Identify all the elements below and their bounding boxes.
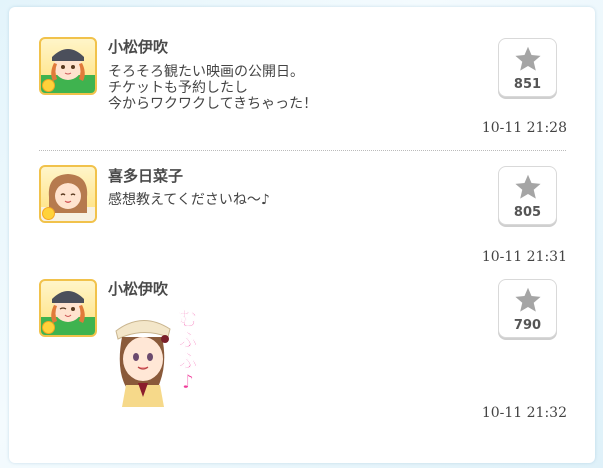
flower-badge-icon [42, 79, 55, 92]
like-count: 790 [513, 318, 542, 333]
avatar-ibuki[interactable] [39, 279, 97, 337]
star-icon [515, 46, 541, 71]
post-divider [39, 150, 566, 151]
like-button[interactable]: 790 [498, 279, 557, 338]
flower-badge-icon [42, 321, 55, 334]
avatar-ibuki[interactable] [39, 37, 97, 95]
timeline-card: 小松伊吹 そろそろ観たい映画の公開日。 チケットも予約したし 今からワクワクして… [9, 7, 595, 463]
post-timestamp: 10-11 21:32 [481, 405, 567, 421]
sticker: むふふ♪ [108, 308, 218, 409]
avatar-hinako[interactable] [39, 165, 97, 223]
flower-badge-icon [42, 207, 55, 220]
like-button[interactable]: 851 [498, 38, 557, 97]
post-timestamp: 10-11 21:31 [481, 249, 567, 265]
post-author: 小松伊吹 [108, 38, 169, 56]
post-message: そろそろ観たい映画の公開日。 チケットも予約したし 今からワクワクしてきちゃった… [108, 64, 318, 112]
like-count: 805 [513, 205, 542, 220]
like-count: 851 [513, 77, 542, 92]
star-icon [515, 174, 541, 199]
post-timestamp: 10-11 21:28 [481, 120, 567, 136]
sticker-text: むふふ♪ [178, 308, 198, 393]
like-button[interactable]: 805 [498, 166, 557, 225]
post-author: 喜多日菜子 [108, 167, 184, 185]
character-sticker-icon [115, 320, 171, 407]
post-author: 小松伊吹 [108, 280, 169, 298]
star-icon [515, 287, 541, 312]
post-message: 感想教えてくださいね〜♪ [108, 192, 270, 208]
